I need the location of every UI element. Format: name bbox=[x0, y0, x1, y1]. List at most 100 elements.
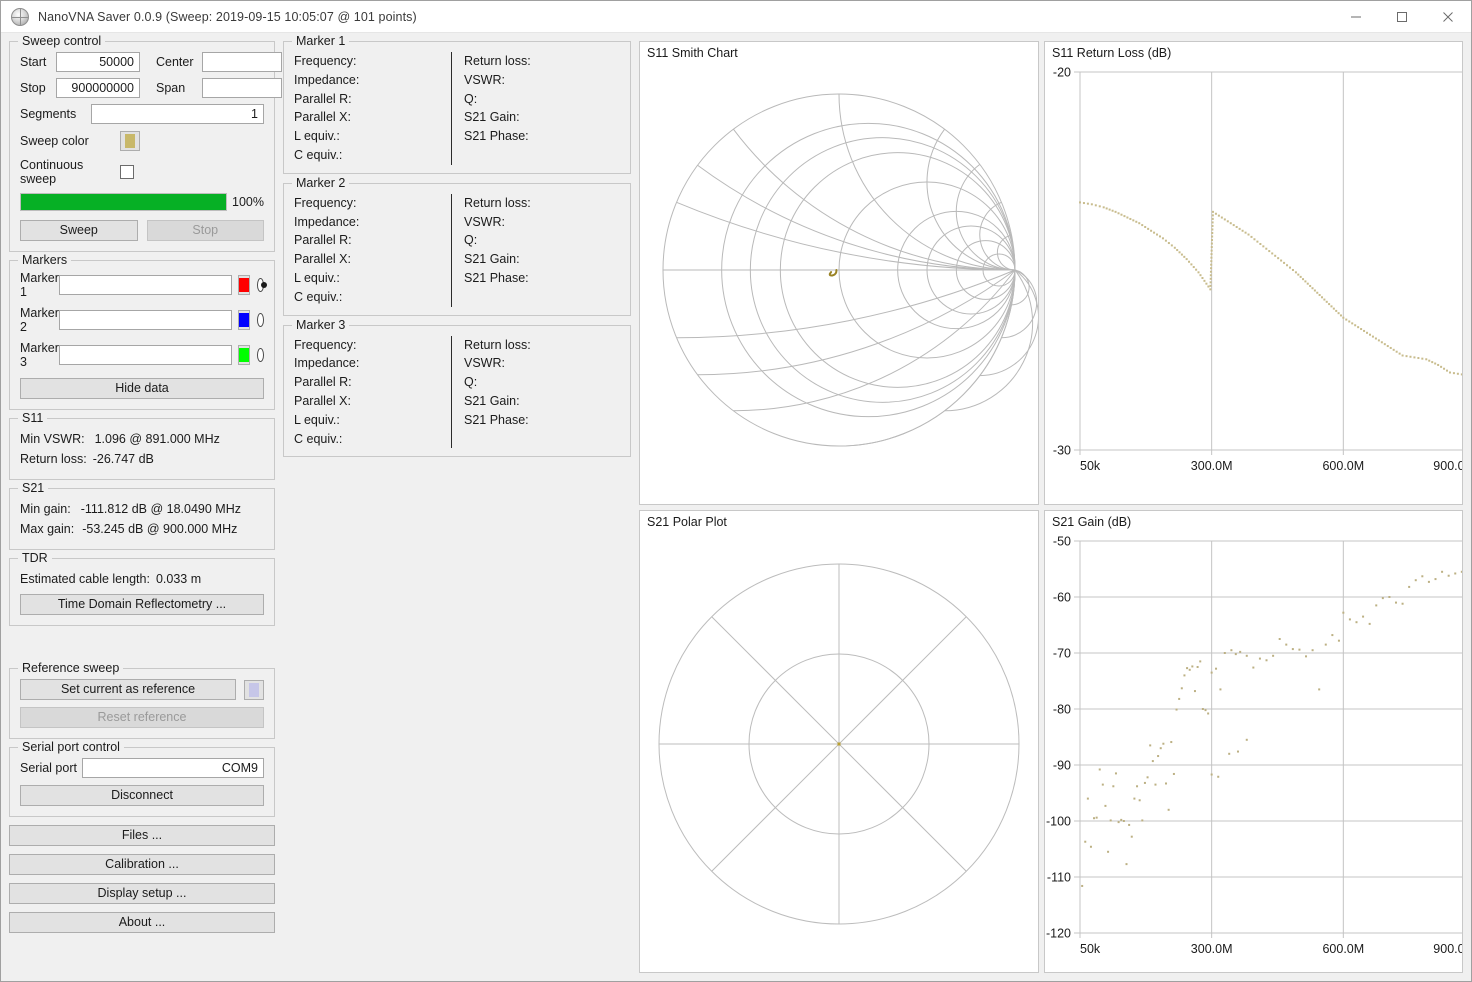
maximize-icon[interactable] bbox=[1379, 1, 1425, 32]
center-label: Center bbox=[156, 55, 202, 69]
marker-3-radio[interactable] bbox=[257, 348, 264, 362]
marker-3-s21-phase: S21 Phase: bbox=[464, 411, 620, 430]
marker-1-input[interactable] bbox=[59, 275, 232, 295]
svg-text:-20: -20 bbox=[1053, 66, 1071, 80]
max-gain-label: Max gain: bbox=[20, 522, 74, 536]
cable-length-value: 0.033 m bbox=[156, 572, 201, 586]
s21-gain-chart[interactable]: S21 Gain (dB) -50-60-70-80-90-100-110-12… bbox=[1044, 510, 1463, 974]
s11-smith-chart[interactable]: S11 Smith Chart bbox=[639, 41, 1039, 505]
svg-text:50k: 50k bbox=[1080, 942, 1101, 956]
calibration-button[interactable]: Calibration ... bbox=[9, 854, 275, 875]
marker-2-s21-gain: S21 Gain: bbox=[464, 250, 620, 269]
svg-text:600.0M: 600.0M bbox=[1322, 459, 1364, 473]
span-input[interactable] bbox=[202, 78, 282, 98]
s21-gain-title: S21 Gain (dB) bbox=[1052, 515, 1131, 529]
max-gain-value: -53.245 dB @ 900.000 MHz bbox=[82, 522, 237, 536]
disconnect-button[interactable]: Disconnect bbox=[20, 785, 264, 806]
marker-2-input[interactable] bbox=[59, 310, 232, 330]
marker-2-return-loss: Return loss: bbox=[464, 194, 620, 213]
marker-3-right-fields: Return loss: VSWR: Q: S21 Gain: S21 Phas… bbox=[452, 336, 630, 449]
minimize-icon[interactable] bbox=[1333, 1, 1379, 32]
marker-3-frequency: Frequency: bbox=[294, 336, 441, 355]
marker-3-parallel-x: Parallel X: bbox=[294, 392, 441, 411]
marker-3-input[interactable] bbox=[59, 345, 232, 365]
reference-color-button[interactable] bbox=[244, 680, 264, 700]
max-gain-row: Max gain: -53.245 dB @ 900.000 MHz bbox=[20, 519, 264, 539]
close-icon[interactable] bbox=[1425, 1, 1471, 32]
center-input[interactable] bbox=[202, 52, 282, 72]
serial-port-legend: Serial port control bbox=[18, 740, 124, 754]
globe-icon bbox=[11, 8, 29, 26]
marker-1-right-fields: Return loss: VSWR: Q: S21 Gain: S21 Phas… bbox=[452, 52, 630, 165]
sweep-button[interactable]: Sweep bbox=[20, 220, 138, 241]
marker-1-vswr: VSWR: bbox=[464, 71, 620, 90]
marker-3-left-fields: Frequency: Impedance: Parallel R: Parall… bbox=[284, 336, 452, 449]
cable-length-row: Estimated cable length:0.033 m bbox=[20, 569, 264, 589]
marker-1-label: Marker 1 bbox=[20, 271, 59, 299]
marker-3-color-button[interactable] bbox=[238, 345, 250, 365]
marker-2-q: Q: bbox=[464, 231, 620, 250]
serial-port-label: Serial port bbox=[20, 761, 82, 775]
serial-port-input[interactable] bbox=[82, 758, 264, 778]
svg-text:300.0M: 300.0M bbox=[1191, 942, 1233, 956]
charts-row-bottom: S21 Polar Plot S21 Gain (dB) -50-60-70-8… bbox=[639, 510, 1463, 974]
marker-2-left-fields: Frequency: Impedance: Parallel R: Parall… bbox=[284, 194, 452, 307]
min-vswr-label: Min VSWR: bbox=[20, 432, 85, 446]
svg-text:600.0M: 600.0M bbox=[1322, 942, 1364, 956]
marker-1-radio[interactable] bbox=[257, 278, 264, 292]
stop-input[interactable] bbox=[56, 78, 140, 98]
svg-text:-100: -100 bbox=[1046, 814, 1071, 828]
marker-1-q: Q: bbox=[464, 90, 620, 109]
files-button[interactable]: Files ... bbox=[9, 825, 275, 846]
marker-2-details: Marker 2 Frequency: Impedance: Parallel … bbox=[283, 183, 631, 316]
window-controls bbox=[1333, 1, 1471, 32]
sweep-color-button[interactable] bbox=[120, 131, 140, 151]
progress-label: 100% bbox=[232, 195, 264, 209]
svg-text:300.0M: 300.0M bbox=[1191, 459, 1233, 473]
marker-2-c-equiv: C equiv.: bbox=[294, 288, 441, 307]
s21-group: S21 Min gain:-111.812 dB @ 18.0490 MHz M… bbox=[9, 488, 275, 550]
marker-3-parallel-r: Parallel R: bbox=[294, 373, 441, 392]
marker-3-label: Marker 3 bbox=[20, 341, 59, 369]
marker-2-frequency: Frequency: bbox=[294, 194, 441, 213]
marker-1-color-button[interactable] bbox=[238, 275, 250, 295]
min-gain-label: Min gain: bbox=[20, 502, 71, 516]
s21-polar-plot[interactable]: S21 Polar Plot bbox=[639, 510, 1039, 974]
bottom-buttons: Files ... Calibration ... Display setup … bbox=[9, 825, 275, 933]
marker-2-l-equiv: L equiv.: bbox=[294, 269, 441, 288]
tdr-legend: TDR bbox=[18, 551, 52, 565]
marker-1-details-legend: Marker 1 bbox=[292, 34, 349, 48]
charts-row-top: S11 Smith Chart S11 Return Loss (dB) -20… bbox=[639, 41, 1463, 505]
start-label: Start bbox=[20, 55, 56, 69]
marker-2-s21-phase: S21 Phase: bbox=[464, 269, 620, 288]
about-button[interactable]: About ... bbox=[9, 912, 275, 933]
tdr-group: TDR Estimated cable length:0.033 m Time … bbox=[9, 558, 275, 626]
svg-text:-70: -70 bbox=[1053, 646, 1071, 660]
marker-2-right-fields: Return loss: VSWR: Q: S21 Gain: S21 Phas… bbox=[452, 194, 630, 307]
sweep-control-legend: Sweep control bbox=[18, 34, 105, 48]
sweep-control-group: Sweep control Start Stop bbox=[9, 41, 275, 252]
min-gain-row: Min gain: -111.812 dB @ 18.0490 MHz bbox=[20, 499, 264, 519]
segments-input[interactable] bbox=[91, 104, 264, 124]
stop-button: Stop bbox=[147, 220, 265, 241]
tdr-button[interactable]: Time Domain Reflectometry ... bbox=[20, 594, 264, 615]
marker-3-c-equiv: C equiv.: bbox=[294, 430, 441, 449]
marker-2-vswr: VSWR: bbox=[464, 213, 620, 232]
display-setup-button[interactable]: Display setup ... bbox=[9, 883, 275, 904]
hide-data-button[interactable]: Hide data bbox=[20, 378, 264, 399]
return-loss-row: Return loss:-26.747 dB bbox=[20, 449, 264, 469]
continuous-sweep-checkbox[interactable] bbox=[120, 165, 134, 179]
svg-text:-30: -30 bbox=[1053, 444, 1071, 458]
marker-2-parallel-x: Parallel X: bbox=[294, 250, 441, 269]
svg-text:900.0M: 900.0M bbox=[1433, 459, 1463, 473]
s11-return-loss-chart[interactable]: S11 Return Loss (dB) -20-3050k300.0M600.… bbox=[1044, 41, 1463, 505]
start-input[interactable] bbox=[56, 52, 140, 72]
marker-2-color-button[interactable] bbox=[238, 310, 250, 330]
marker-2-details-legend: Marker 2 bbox=[292, 176, 349, 190]
marker-1-details: Marker 1 Frequency: Impedance: Parallel … bbox=[283, 41, 631, 174]
marker-2-radio[interactable] bbox=[257, 313, 264, 327]
markers-legend: Markers bbox=[18, 253, 71, 267]
return-loss-label: Return loss: bbox=[20, 452, 87, 466]
min-gain-value: -111.812 dB @ 18.0490 MHz bbox=[81, 502, 241, 516]
set-current-as-reference-button[interactable]: Set current as reference bbox=[20, 679, 236, 700]
